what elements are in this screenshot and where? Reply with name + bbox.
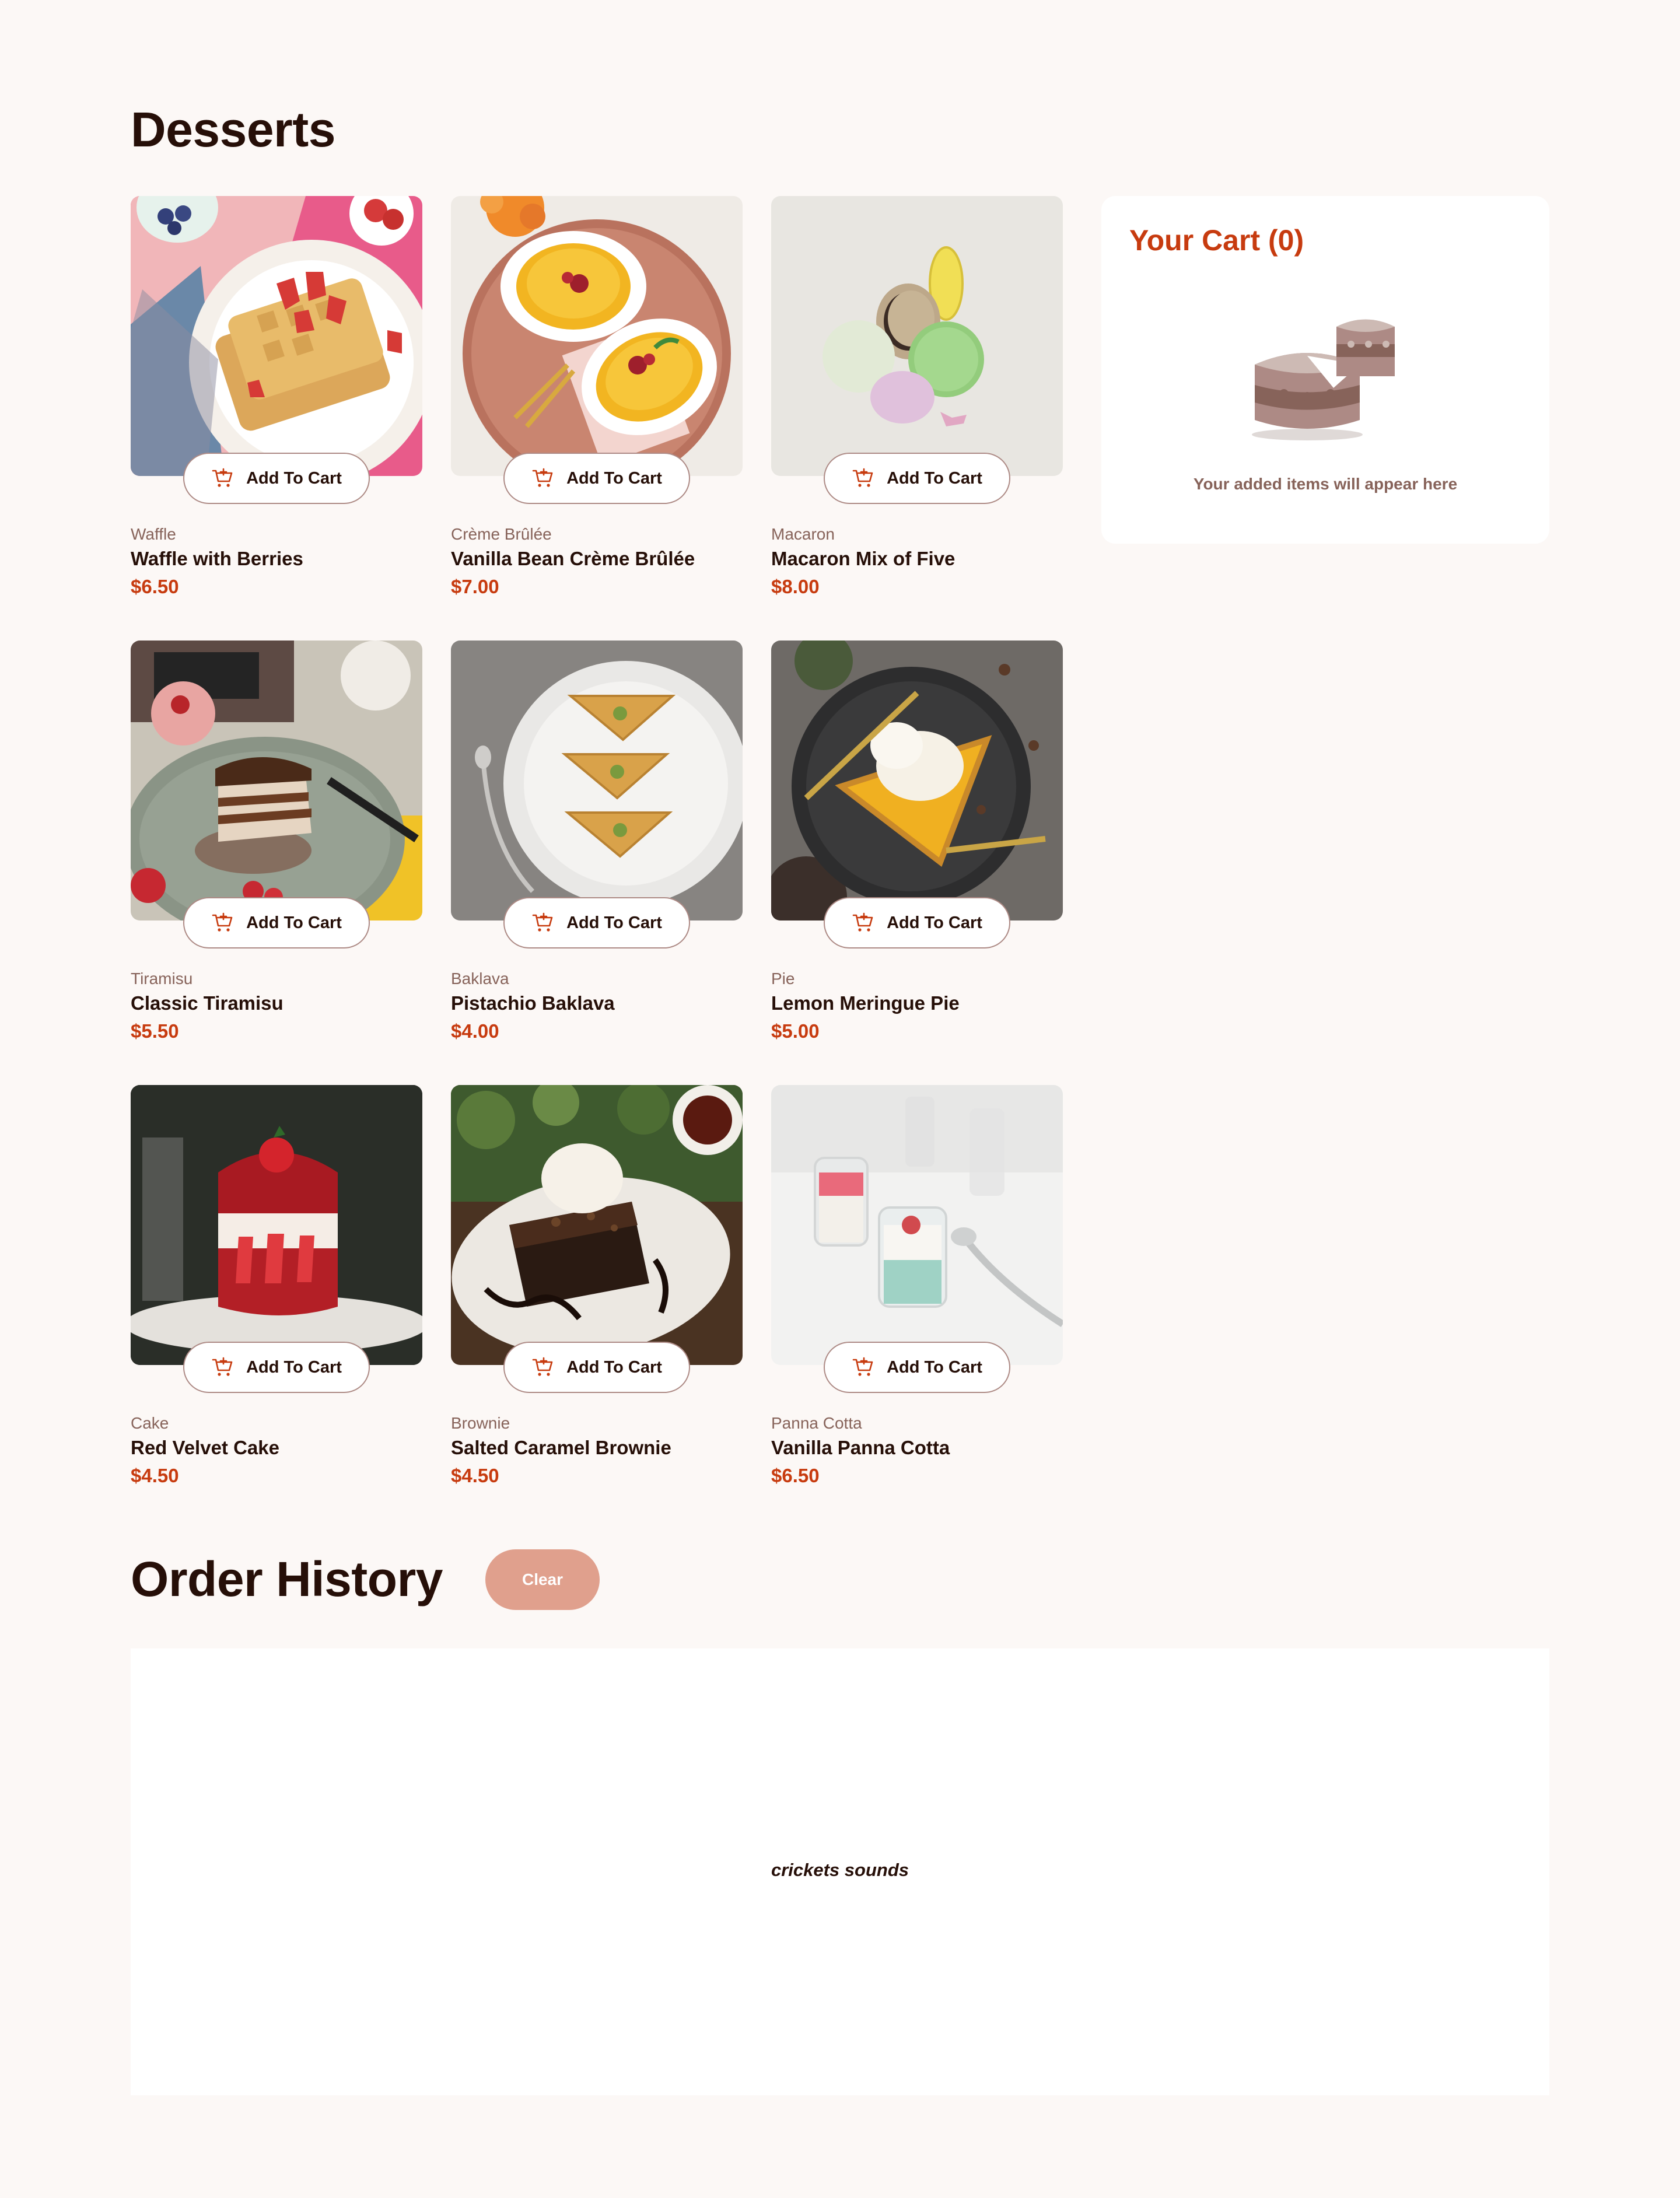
pie-image <box>771 640 1063 921</box>
waffle-image <box>131 196 422 476</box>
add-to-cart-button[interactable]: Add To Cart <box>824 897 1010 949</box>
page-title: Desserts <box>131 102 335 157</box>
product-price: $6.50 <box>131 576 179 597</box>
cart-empty-message: Your added items will appear here <box>1193 475 1458 493</box>
product-name: Salted Caramel Brownie <box>451 1437 671 1458</box>
product-price: $5.00 <box>771 1020 820 1042</box>
product-price: $5.50 <box>131 1020 179 1042</box>
product-price: $7.00 <box>451 576 499 597</box>
cart-title: Your Cart (0) <box>1129 224 1304 257</box>
product-card: Add To Cart Brownie Salted Caramel Brown… <box>451 1085 743 1530</box>
add-to-cart-button[interactable]: Add To Cart <box>183 453 370 504</box>
panna-cotta-image <box>771 1085 1063 1365</box>
baklava-image <box>451 640 743 921</box>
cart-plus-icon <box>852 1357 873 1376</box>
add-to-cart-label: Add To Cart <box>566 1357 662 1377</box>
product-price: $6.50 <box>771 1465 820 1486</box>
add-to-cart-button[interactable]: Add To Cart <box>824 453 1010 504</box>
cart-plus-icon <box>212 1357 233 1376</box>
product-card: Add To Cart Waffle Waffle with Berries $… <box>131 196 422 640</box>
tiramisu-image <box>131 640 422 921</box>
creme-brulee-image <box>451 196 743 476</box>
product-card: Add To Cart Crème Brûlée Vanilla Bean Cr… <box>451 196 743 640</box>
product-price: $4.50 <box>451 1465 499 1486</box>
product-category: Tiramisu <box>131 970 193 988</box>
product-name: Macaron Mix of Five <box>771 548 956 569</box>
order-history-title: Order History <box>131 1552 443 1606</box>
product-name: Vanilla Bean Crème Brûlée <box>451 548 695 569</box>
add-to-cart-button[interactable]: Add To Cart <box>503 897 690 949</box>
add-to-cart-label: Add To Cart <box>887 468 982 488</box>
add-to-cart-button[interactable]: Add To Cart <box>503 453 690 504</box>
product-card: Add To Cart Tiramisu Classic Tiramisu $5… <box>131 640 422 1085</box>
product-grid: Add To Cart Waffle Waffle with Berries $… <box>131 196 1064 1530</box>
add-to-cart-button[interactable]: Add To Cart <box>824 1342 1010 1393</box>
product-list-page: Desserts Add To Cart Waffle Waffle with … <box>0 0 1680 2198</box>
product-card: Add To Cart Cake Red Velvet Cake $4.50 <box>131 1085 422 1530</box>
product-card: Add To Cart Macaron Macaron Mix of Five … <box>771 196 1063 640</box>
product-name: Lemon Meringue Pie <box>771 992 960 1014</box>
add-to-cart-button[interactable]: Add To Cart <box>503 1342 690 1393</box>
product-category: Panna Cotta <box>771 1414 862 1432</box>
cart-panel: Your Cart (0) Your added items will appe… <box>1101 196 1549 544</box>
order-history-empty-message: crickets sounds <box>771 1860 909 1880</box>
cart-plus-icon <box>532 912 553 932</box>
product-price: $4.50 <box>131 1465 179 1486</box>
cart-plus-icon <box>532 468 553 487</box>
add-to-cart-label: Add To Cart <box>887 1357 982 1377</box>
product-name: Waffle with Berries <box>131 548 303 569</box>
add-to-cart-button[interactable]: Add To Cart <box>183 897 370 949</box>
brownie-image <box>451 1085 743 1365</box>
product-price: $4.00 <box>451 1020 499 1042</box>
cart-plus-icon <box>532 1357 553 1376</box>
product-category: Cake <box>131 1414 169 1432</box>
product-card: Add To Cart Panna Cotta Vanilla Panna Co… <box>771 1085 1063 1530</box>
clear-history-button[interactable]: Clear <box>485 1549 600 1610</box>
product-category: Pie <box>771 970 795 988</box>
cart-plus-icon <box>212 912 233 932</box>
product-category: Brownie <box>451 1414 510 1432</box>
product-category: Baklava <box>451 970 509 988</box>
product-card: Add To Cart Pie Lemon Meringue Pie $5.00 <box>771 640 1063 1085</box>
add-to-cart-label: Add To Cart <box>887 913 982 932</box>
cart-plus-icon <box>852 912 873 932</box>
cake-image <box>131 1085 422 1365</box>
product-name: Classic Tiramisu <box>131 992 284 1014</box>
cart-plus-icon <box>852 468 873 487</box>
add-to-cart-label: Add To Cart <box>566 468 662 488</box>
product-name: Pistachio Baklava <box>451 992 615 1014</box>
add-to-cart-label: Add To Cart <box>566 913 662 932</box>
add-to-cart-label: Add To Cart <box>246 913 342 932</box>
product-category: Waffle <box>131 525 176 543</box>
macaron-image <box>771 196 1063 476</box>
product-category: Macaron <box>771 525 835 543</box>
product-name: Vanilla Panna Cotta <box>771 1437 950 1458</box>
product-price: $8.00 <box>771 576 820 597</box>
product-card: Add To Cart Baklava Pistachio Baklava $4… <box>451 640 743 1085</box>
product-category: Crème Brûlée <box>451 525 552 543</box>
product-name: Red Velvet Cake <box>131 1437 279 1458</box>
add-to-cart-label: Add To Cart <box>246 1357 342 1377</box>
cart-plus-icon <box>212 468 233 487</box>
add-to-cart-label: Add To Cart <box>246 468 342 488</box>
order-history-panel: crickets sounds <box>131 1648 1549 2095</box>
add-to-cart-button[interactable]: Add To Cart <box>183 1342 370 1393</box>
empty-cart-illustration <box>1252 319 1395 440</box>
